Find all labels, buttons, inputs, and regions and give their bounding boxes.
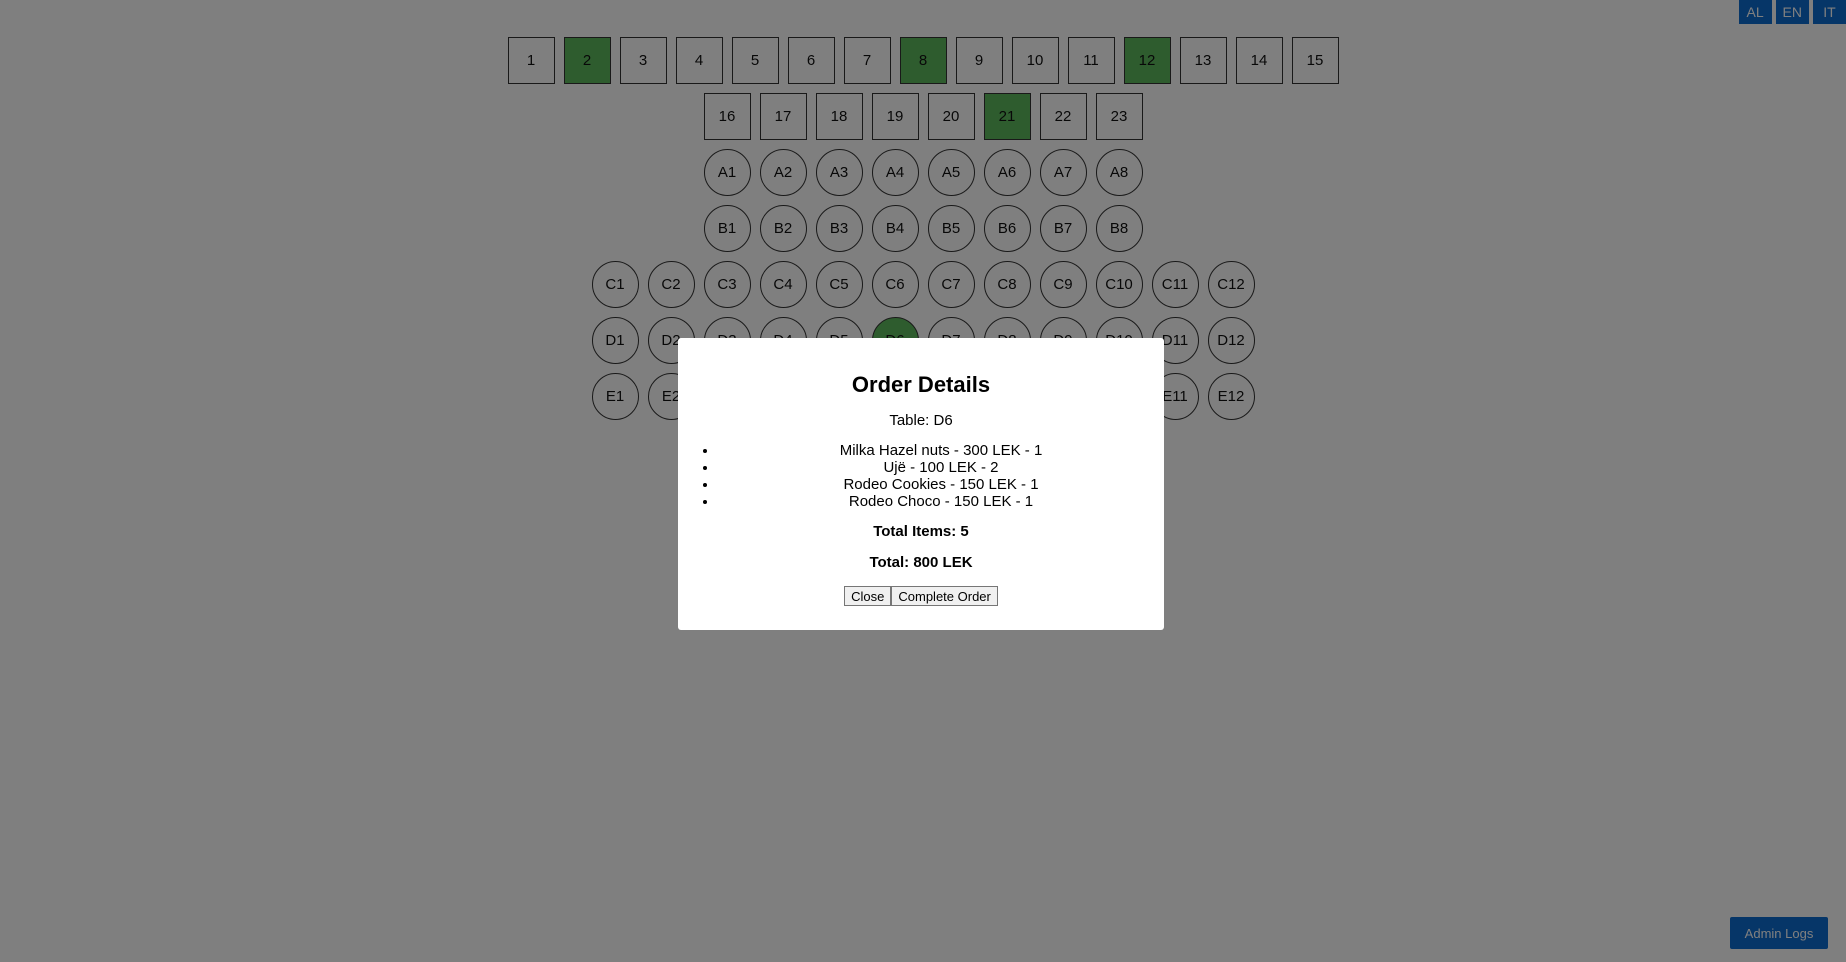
order-items-list: Milka Hazel nuts - 300 LEK - 1 Ujë - 100… (678, 442, 1164, 510)
modal-title: Order Details (851, 372, 991, 397)
modal-actions: Close Complete Order (678, 586, 1164, 606)
total-price: Total: 800 LEK (869, 554, 973, 571)
order-item: Milka Hazel nuts - 300 LEK - 1 (718, 442, 1164, 459)
order-item: Rodeo Cookies - 150 LEK - 1 (718, 476, 1164, 493)
close-button[interactable]: Close (844, 586, 892, 606)
total-items: Total Items: 5 (873, 523, 969, 540)
order-item: Rodeo Choco - 150 LEK - 1 (718, 493, 1164, 510)
complete-order-button[interactable]: Complete Order (891, 586, 998, 606)
order-details-modal: Order Details Table: D6 Milka Hazel nuts… (678, 338, 1164, 630)
order-table: Table: D6 (889, 412, 953, 429)
order-item: Ujë - 100 LEK - 2 (718, 459, 1164, 476)
